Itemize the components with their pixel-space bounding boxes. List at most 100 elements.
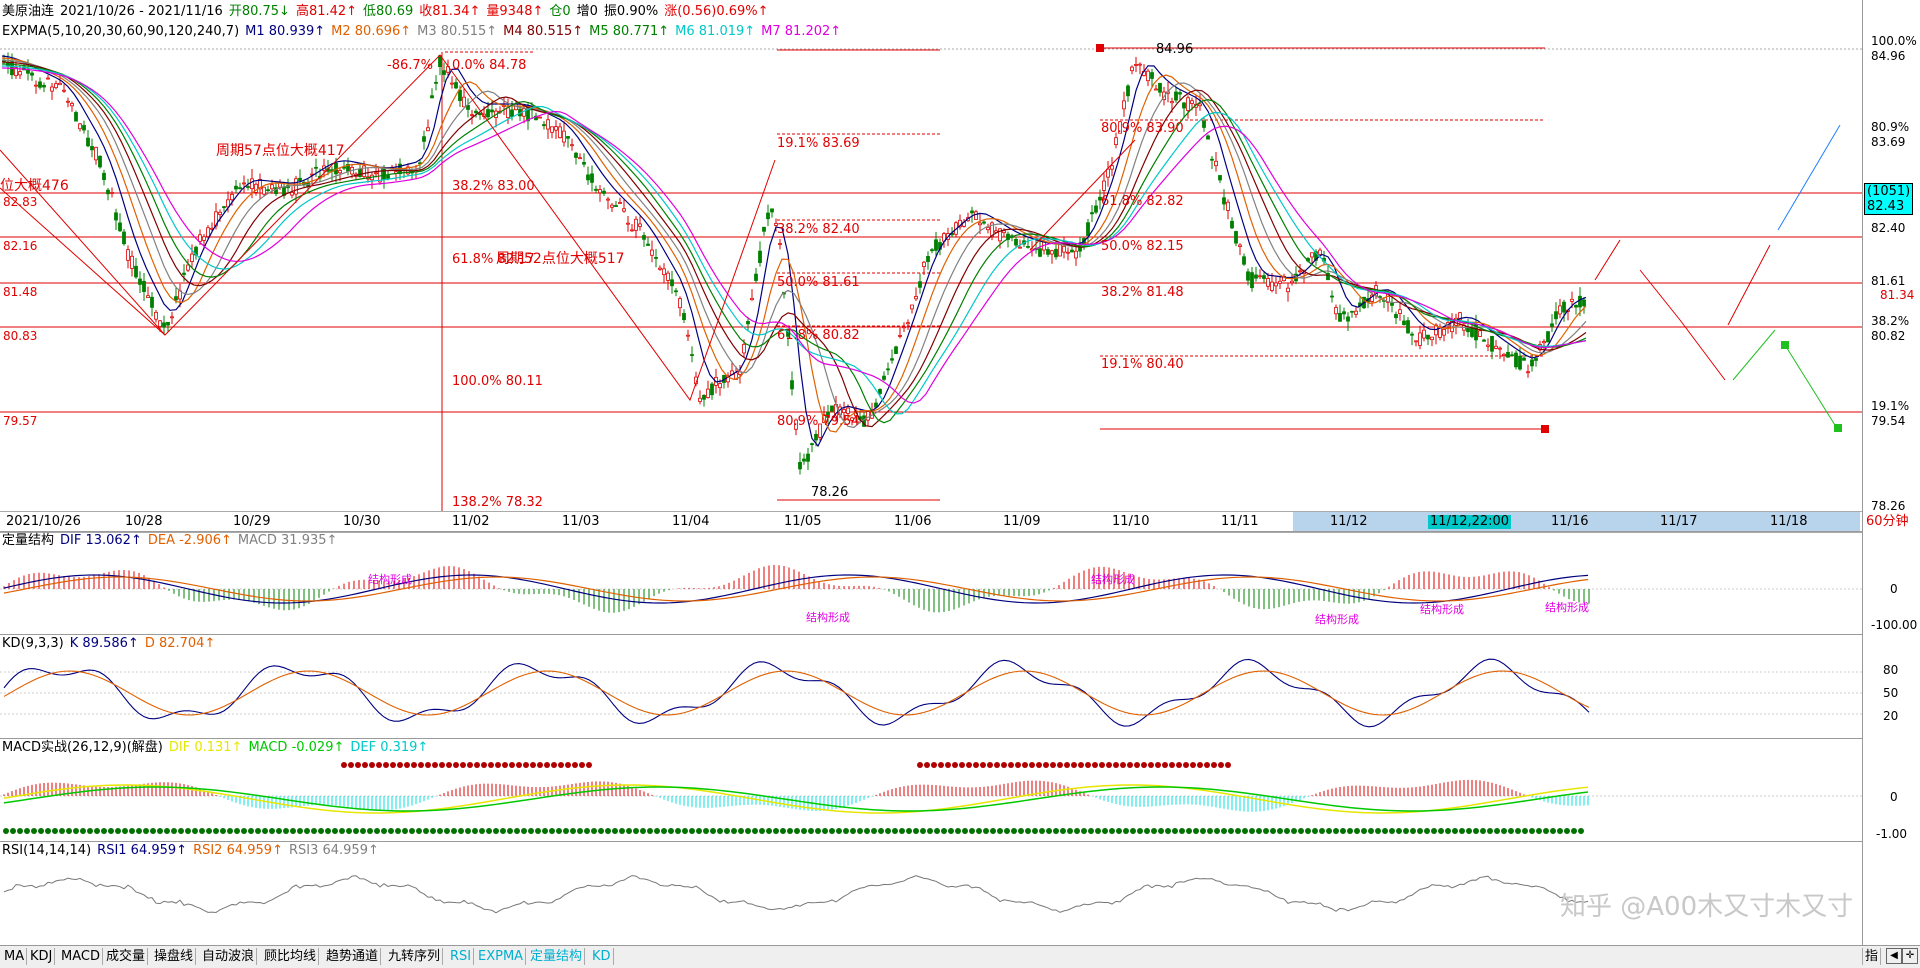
macd-dot [397, 762, 403, 768]
macd-dot [1120, 762, 1126, 768]
fib-right-191: 19.1% 80.40 [1101, 357, 1184, 372]
candle-body [798, 461, 802, 470]
crosshair-icon[interactable]: ✛ [1902, 948, 1918, 964]
macd-dot [1050, 762, 1056, 768]
macd-dot [1137, 828, 1143, 834]
macd-dot [87, 828, 93, 834]
macd-dot [1200, 828, 1206, 834]
candle-body [666, 272, 670, 281]
macd-dot [1431, 828, 1437, 834]
macd-dot [1025, 828, 1031, 834]
macd-dot [738, 828, 744, 834]
candle-body [1578, 295, 1582, 308]
macd-dot [1228, 828, 1234, 834]
macd-dot [801, 828, 807, 834]
candle-body [590, 173, 594, 183]
candle-body [486, 109, 490, 118]
expma-m1: M1 80.939↑ [245, 24, 326, 39]
tab-expma[interactable]: EXPMA [476, 948, 527, 965]
tab-kdj[interactable]: KDJ [28, 948, 56, 965]
rsi-legend: RSI(14,14,14) RSI1 64.959↑ RSI2 64.959↑ RSI… [2, 843, 385, 858]
tab-rsi[interactable]: RSI [448, 948, 475, 965]
amplitude-value: 振0.90% [603, 4, 659, 19]
macd-dot [1099, 762, 1105, 768]
price-panel[interactable]: 美原油连 2021/10/26 - 2021/11/16 开80.75↓ 高81.42… [0, 0, 1917, 513]
struct-tag: 结构形成 [806, 611, 850, 624]
kd-panel[interactable]: KD(9,3,3) K 89.586↑ D 82.704↑ 80 50 20 [0, 635, 1898, 738]
candle-body [1410, 333, 1414, 336]
macd-dot [150, 828, 156, 834]
candle-body [1298, 270, 1302, 273]
rsi-panel[interactable]: RSI(14,14,14) RSI1 64.959↑ RSI2 64.959↑ RSI… [0, 842, 1862, 945]
candle-body [458, 89, 462, 101]
candle-body [1046, 249, 1050, 255]
candle-body [58, 82, 62, 86]
macd-dot [1536, 828, 1542, 834]
candle-body [1138, 63, 1142, 66]
macd-dot [1564, 828, 1570, 834]
indicator-button[interactable]: 指 [1862, 948, 1882, 965]
candle-body [1246, 271, 1250, 281]
candle-body [1222, 197, 1226, 205]
cycle-52-note: 周期52点位大概517 [496, 251, 625, 267]
macd-axis-min: -1.00 [1876, 827, 1908, 841]
macd-dot [369, 762, 375, 768]
tab-guppy[interactable]: 顾比均线 [262, 948, 320, 965]
macd-dot [633, 828, 639, 834]
tab-auto-wave[interactable]: 自动波浪 [200, 948, 258, 965]
macd-dot [472, 828, 478, 834]
macd-dot [1043, 762, 1049, 768]
tab-trade-line[interactable]: 操盘线 [152, 948, 197, 965]
macd-dot [425, 762, 431, 768]
candle-body [250, 178, 254, 190]
axis-pct-809: 80.9% [1871, 120, 1910, 134]
candle-body [1274, 282, 1278, 287]
price-chart[interactable] [0, 0, 1862, 511]
candle-body [1206, 135, 1210, 140]
macd-dot [348, 762, 354, 768]
tab-ma[interactable]: MA [2, 948, 28, 965]
tab-trend-channel[interactable]: 趋势通道 [324, 948, 382, 965]
candle-body [886, 368, 890, 371]
candle-body [110, 192, 114, 194]
macd-panel[interactable]: MACD实战(26,12,9)(解盘) DIF 0.131↑ MACD -0.029… [0, 739, 1907, 841]
fib-left-100: 100.0% 80.11 [452, 374, 543, 389]
macd-dot [1221, 828, 1227, 834]
tab-kd[interactable]: KD [590, 948, 614, 965]
macd-dot [570, 828, 576, 834]
candle-body [54, 83, 58, 89]
macd-dot [411, 762, 417, 768]
macd-dot [815, 828, 821, 834]
candle-body [542, 124, 546, 127]
macd-dot [1403, 828, 1409, 834]
macd-dot [843, 828, 849, 834]
candle-body [438, 55, 442, 68]
macd-dot [1211, 762, 1217, 768]
tab-nine-turn[interactable]: 九转序列 [386, 948, 444, 965]
candle-body [670, 279, 674, 287]
tab-struct[interactable]: 定量结构 [528, 948, 586, 965]
candle-body [470, 114, 474, 117]
tab-volume[interactable]: 成交量 [104, 948, 149, 965]
macd-dot [626, 828, 632, 834]
kd-chart[interactable] [0, 635, 1862, 738]
struct-panel[interactable]: 定量结构 DIF 13.062↑ DEA -2.906↑ MACD 31.935↑ 结… [0, 532, 1917, 634]
candle-body [234, 185, 238, 190]
macd-dot [1375, 828, 1381, 834]
candle-body [750, 297, 754, 301]
candle-body [606, 198, 610, 201]
macd-dot [1060, 828, 1066, 834]
candle-body [1418, 332, 1422, 346]
macd-dot [516, 762, 522, 768]
macd-dot [17, 828, 23, 834]
macd-dot [136, 828, 142, 834]
scroll-left-icon[interactable]: ◀ [1886, 948, 1902, 964]
candle-body [158, 320, 162, 327]
candle-body [1226, 201, 1230, 211]
macd-dot [530, 762, 536, 768]
period-label[interactable]: 60分钟 [1866, 515, 1909, 529]
candle-body [118, 222, 122, 232]
candle-body [1498, 347, 1502, 350]
tab-macd[interactable]: MACD [59, 948, 103, 965]
macd-dot [1162, 762, 1168, 768]
